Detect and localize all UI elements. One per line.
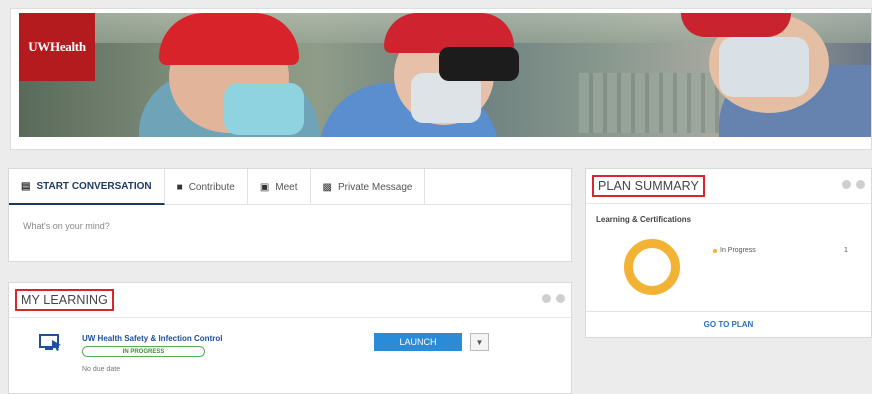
minimize-icon[interactable] xyxy=(542,294,551,303)
minimize-icon[interactable] xyxy=(842,180,851,189)
legend-label: In Progress xyxy=(720,247,756,254)
status-badge: IN PROGRESS xyxy=(82,346,205,357)
plan-summary-title: PLAN SUMMARY xyxy=(592,175,705,197)
conversation-tabs: ▤ START CONVERSATION ■ Contribute ▣ Meet… xyxy=(9,169,571,205)
due-date: No due date xyxy=(82,366,121,373)
card-controls xyxy=(842,180,865,189)
plan-summary-card: PLAN SUMMARY Learning & Certifications I… xyxy=(585,168,872,338)
course-title-link[interactable]: UW Health Safety & Infection Control xyxy=(82,334,222,343)
tab-label: Meet xyxy=(275,181,298,193)
close-icon[interactable] xyxy=(556,294,565,303)
plan-footer: GO TO PLAN xyxy=(586,311,871,337)
my-learning-title: MY LEARNING xyxy=(15,289,115,311)
launch-button[interactable]: LAUNCH xyxy=(374,333,462,351)
chevron-down-icon[interactable]: ▼ xyxy=(470,333,489,351)
tab-contribute[interactable]: ■ Contribute xyxy=(165,169,248,205)
plan-summary-header: PLAN SUMMARY xyxy=(586,169,871,203)
conversation-card: ▤ START CONVERSATION ■ Contribute ▣ Meet… xyxy=(8,168,572,262)
uw-health-logo: UWHealth xyxy=(19,13,95,81)
banner-container: UWHealth xyxy=(10,8,872,150)
hero-banner-image: UWHealth xyxy=(19,13,871,137)
folder-icon: ■ xyxy=(176,181,183,193)
divider xyxy=(586,203,871,204)
tab-label: Contribute xyxy=(188,181,235,193)
tab-label: START CONVERSATION xyxy=(36,180,152,192)
surgeon-1-cap xyxy=(159,13,299,65)
chat-icon: ▤ xyxy=(21,180,31,192)
card-controls xyxy=(542,294,565,303)
legend-dot-icon xyxy=(713,249,717,253)
tab-meet[interactable]: ▣ Meet xyxy=(248,169,311,205)
my-learning-card: MY LEARNING UW Health Safety & Infection… xyxy=(8,282,572,394)
surgeon-1-mask xyxy=(224,83,304,135)
tab-start-conversation[interactable]: ▤ START CONVERSATION xyxy=(9,169,165,205)
tab-label: Private Message xyxy=(337,181,413,193)
my-learning-header: MY LEARNING xyxy=(9,283,571,317)
surgeon-3-mask xyxy=(719,37,809,97)
legend-value: 1 xyxy=(844,247,848,254)
logo-text: UWHealth xyxy=(28,39,86,54)
calendar-icon: ▣ xyxy=(259,181,270,193)
go-to-plan-link[interactable]: GO TO PLAN xyxy=(704,320,754,329)
surgeon-2-loupes xyxy=(439,47,519,81)
plan-subtitle: Learning & Certifications xyxy=(596,215,692,224)
surgeon-3-cap xyxy=(681,13,791,37)
course-item: UW Health Safety & Infection Control IN … xyxy=(9,318,571,394)
tab-private-message[interactable]: ▩ Private Message xyxy=(311,169,426,205)
close-icon[interactable] xyxy=(856,180,865,189)
progress-donut-chart xyxy=(624,239,680,295)
private-message-icon: ▩ xyxy=(322,181,332,193)
post-input[interactable]: What's on your mind? xyxy=(9,205,571,247)
computer-icon xyxy=(39,334,61,351)
